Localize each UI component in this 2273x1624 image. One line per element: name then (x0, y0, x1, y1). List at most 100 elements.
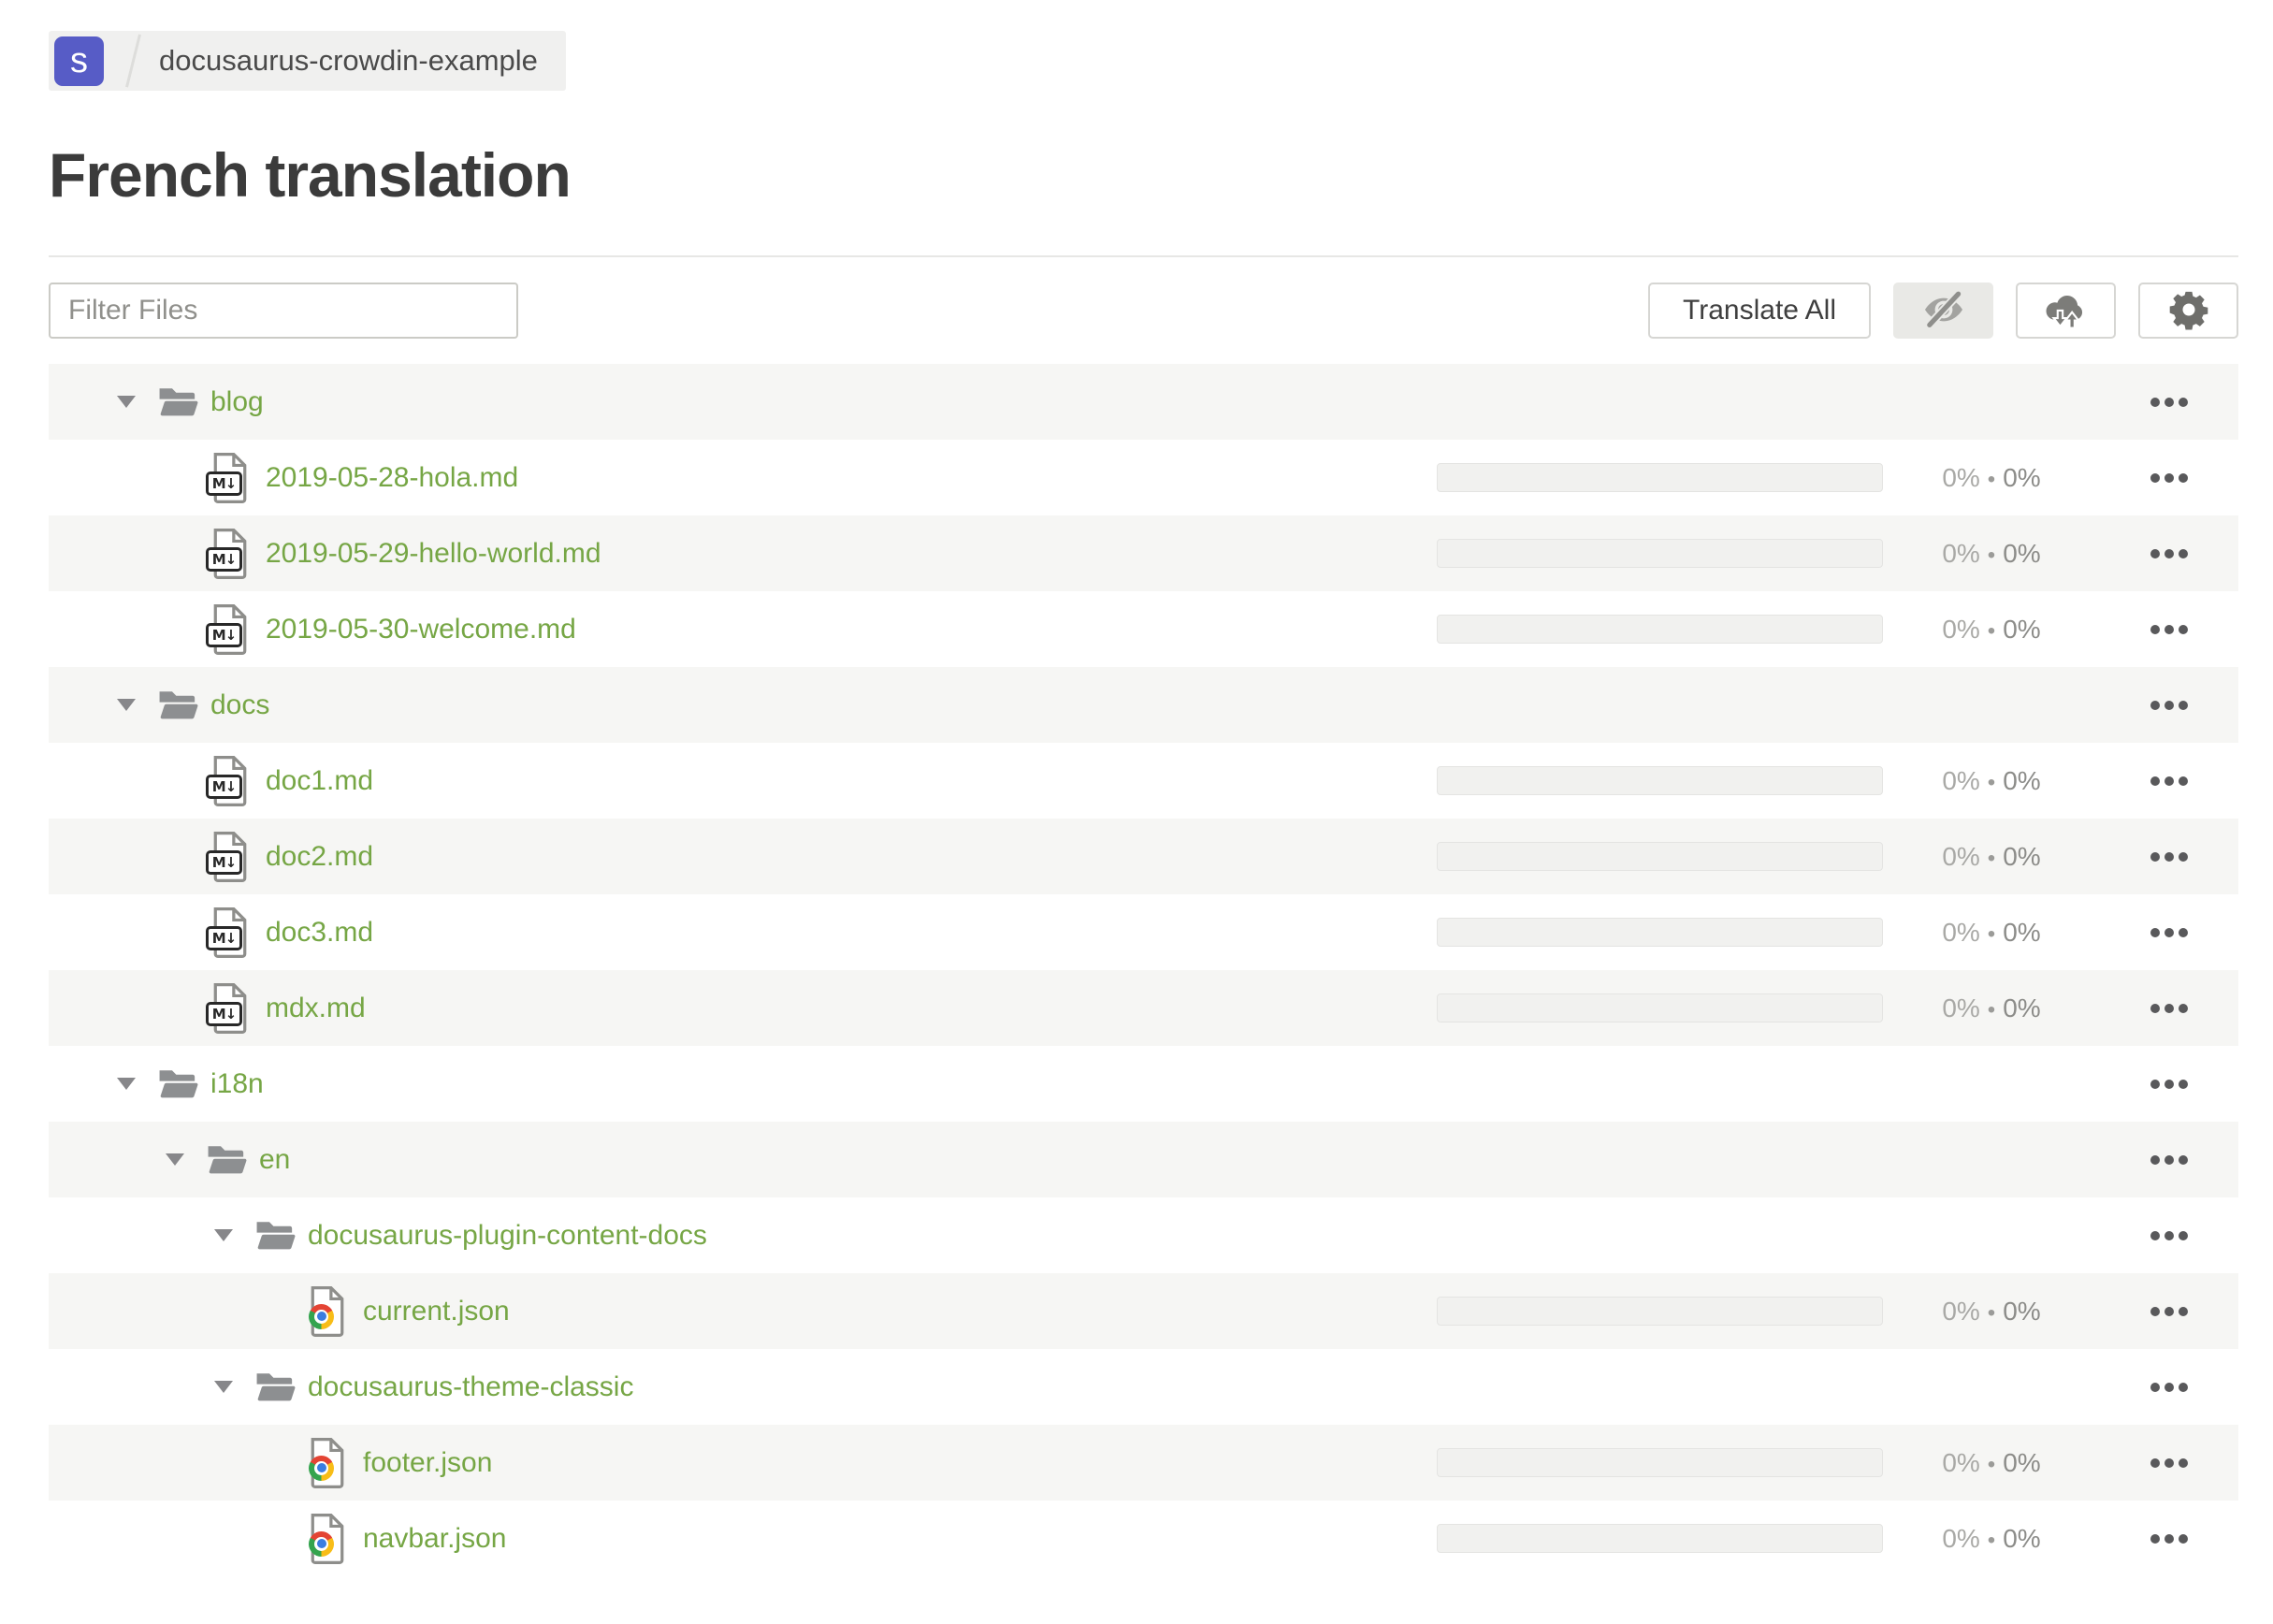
tree-row-folder[interactable]: docusaurus-plugin-content-docs (49, 1197, 2238, 1273)
row-menu-button[interactable] (2141, 843, 2197, 871)
file-name-link[interactable]: 2019-05-29-hello-world.md (266, 538, 601, 570)
file-name-link[interactable]: navbar.json (363, 1523, 506, 1555)
filter-files-input[interactable] (49, 283, 518, 339)
file-name-link[interactable]: doc1.md (266, 765, 373, 797)
file-name-link[interactable]: 2019-05-28-hola.md (266, 462, 518, 494)
file-name-link[interactable]: current.json (363, 1296, 510, 1327)
row-menu-button[interactable] (2141, 1449, 2197, 1477)
row-menu-button[interactable] (2141, 464, 2197, 492)
tree-row-content: M↓ 2019-05-30-welcome.md (49, 603, 1437, 656)
tree-row-file[interactable]: M↓ 2019-05-28-hola.md 0% • 0% (49, 440, 2238, 515)
tree-row-folder[interactable]: docs (49, 667, 2238, 743)
row-menu-button[interactable] (2141, 994, 2197, 1022)
caret-down-icon[interactable] (117, 396, 136, 408)
translated-percent: 0% (1942, 614, 1980, 644)
row-menu-column (2100, 1146, 2238, 1174)
hide-completed-button[interactable] (1893, 283, 1993, 339)
file-name-link[interactable]: doc2.md (266, 841, 373, 873)
progress-bar (1437, 842, 1883, 871)
folder-name-link[interactable]: en (259, 1144, 290, 1176)
tree-row-content: M↓ 2019-05-29-hello-world.md (49, 528, 1437, 580)
progress-column (1437, 918, 1883, 947)
row-stats: 0% • 0% (1883, 918, 2100, 948)
tree-row-file[interactable]: M↓ doc3.md 0% • 0% (49, 894, 2238, 970)
tree-row-file[interactable]: footer.json 0% • 0% (49, 1425, 2238, 1501)
tree-row-content: footer.json (49, 1437, 1437, 1489)
caret-down-icon[interactable] (166, 1153, 184, 1166)
translated-percent: 0% (1942, 1447, 1980, 1477)
cloud-download-upload-icon (2043, 289, 2090, 333)
approved-percent: 0% (2003, 462, 2041, 492)
caret-down-icon[interactable] (117, 699, 136, 711)
stats-separator: • (1987, 769, 1996, 795)
breadcrumb[interactable]: s docusaurus-crowdin-example (49, 31, 566, 91)
folder-name-link[interactable]: docusaurus-theme-classic (308, 1371, 633, 1403)
row-menu-button[interactable] (2141, 1525, 2197, 1553)
caret-down-icon[interactable] (214, 1381, 233, 1393)
ellipsis-icon (2150, 927, 2160, 937)
ellipsis-icon (2179, 1382, 2188, 1392)
folder-name-link[interactable]: docusaurus-plugin-content-docs (308, 1220, 707, 1252)
tree-row-content: i18n (49, 1066, 1437, 1101)
progress-column (1437, 1448, 1883, 1477)
row-menu-column (2100, 994, 2238, 1022)
row-menu-button[interactable] (2141, 540, 2197, 568)
tree-row-folder[interactable]: en (49, 1122, 2238, 1197)
tree-row-folder[interactable]: i18n (49, 1046, 2238, 1122)
file-tree: blog M↓ 2019-05-28-hola.md 0% • 0% M↓ 2019-05-2… (49, 364, 2238, 1576)
folder-name-link[interactable]: blog (210, 386, 264, 418)
tree-row-file[interactable]: M↓ mdx.md 0% • 0% (49, 970, 2238, 1046)
tree-row-file[interactable]: M↓ doc1.md 0% • 0% (49, 743, 2238, 819)
row-menu-button[interactable] (2141, 616, 2197, 644)
stats-separator: • (1987, 921, 1996, 947)
ellipsis-icon (2150, 1533, 2160, 1544)
tree-row-file[interactable]: M↓ doc2.md 0% • 0% (49, 819, 2238, 894)
row-menu-button[interactable] (2141, 767, 2197, 795)
row-menu-button[interactable] (2141, 1146, 2197, 1174)
folder-name-link[interactable]: i18n (210, 1068, 264, 1100)
tree-row-folder[interactable]: blog (49, 364, 2238, 440)
row-menu-button[interactable] (2141, 919, 2197, 947)
translated-percent: 0% (1942, 993, 1980, 1022)
tree-row-file[interactable]: M↓ 2019-05-30-welcome.md 0% • 0% (49, 591, 2238, 667)
progress-bar (1437, 539, 1883, 568)
row-menu-button[interactable] (2141, 1222, 2197, 1250)
progress-bar (1437, 766, 1883, 795)
tree-row-file[interactable]: navbar.json 0% • 0% (49, 1501, 2238, 1576)
row-menu-button[interactable] (2141, 1298, 2197, 1326)
row-menu-column (2100, 388, 2238, 416)
sync-files-button[interactable] (2016, 283, 2116, 339)
file-name-link[interactable]: doc3.md (266, 917, 373, 949)
file-name-link[interactable]: mdx.md (266, 993, 366, 1024)
progress-bar (1437, 615, 1883, 644)
caret-down-icon[interactable] (214, 1229, 233, 1241)
approved-percent: 0% (2003, 917, 2041, 947)
project-avatar[interactable]: s (54, 36, 104, 86)
tree-row-content: docs (49, 688, 1437, 722)
markdown-file-icon: M↓ (206, 831, 251, 883)
folder-name-link[interactable]: docs (210, 689, 269, 721)
page-title: French translation (49, 140, 572, 210)
translate-all-button[interactable]: Translate All (1648, 283, 1871, 339)
caret-down-icon[interactable] (117, 1078, 136, 1090)
tree-row-folder[interactable]: docusaurus-theme-classic (49, 1349, 2238, 1425)
tree-row-file[interactable]: M↓ 2019-05-29-hello-world.md 0% • 0% (49, 515, 2238, 591)
row-menu-button[interactable] (2141, 691, 2197, 719)
row-menu-button[interactable] (2141, 1070, 2197, 1098)
folder-icon (256, 1373, 296, 1401)
file-name-link[interactable]: 2019-05-30-welcome.md (266, 614, 576, 645)
approved-percent: 0% (2003, 841, 2041, 871)
ellipsis-icon (2150, 1306, 2160, 1316)
tree-row-file[interactable]: current.json 0% • 0% (49, 1273, 2238, 1349)
ellipsis-icon (2164, 548, 2174, 558)
ellipsis-icon (2179, 776, 2188, 786)
breadcrumb-project-name[interactable]: docusaurus-crowdin-example (159, 44, 538, 78)
row-menu-button[interactable] (2141, 388, 2197, 416)
ellipsis-icon (2164, 851, 2174, 862)
row-menu-button[interactable] (2141, 1373, 2197, 1401)
ellipsis-icon (2164, 472, 2174, 483)
file-name-link[interactable]: footer.json (363, 1447, 492, 1479)
settings-button[interactable] (2138, 283, 2238, 339)
progress-column (1437, 842, 1883, 871)
ellipsis-icon (2150, 776, 2160, 786)
